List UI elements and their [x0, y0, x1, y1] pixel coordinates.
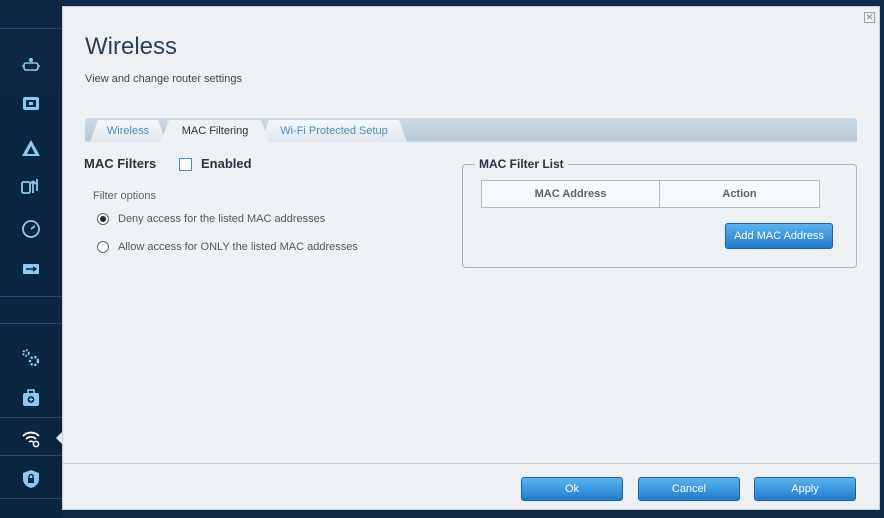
- mac-filter-list-heading: MAC Filter List: [475, 157, 568, 171]
- speed-test-icon: [22, 220, 40, 238]
- sidebar-divider: [0, 28, 62, 29]
- allow-access-radio[interactable]: [97, 241, 109, 253]
- deny-access-label[interactable]: Deny access for the listed MAC addresses: [118, 213, 325, 225]
- radio-selected-dot: [100, 216, 106, 222]
- tab-wireless[interactable]: Wireless: [90, 120, 166, 142]
- media-prioritization-icon: [21, 179, 38, 194]
- ok-button[interactable]: Ok: [521, 477, 623, 501]
- deny-access-option[interactable]: Deny access for the listed MAC addresses: [97, 213, 325, 225]
- sidebar-divider: [0, 498, 62, 499]
- usb-storage-icon: [23, 264, 39, 274]
- network-map-icon: [22, 58, 40, 71]
- troubleshooting-icon: [22, 140, 40, 156]
- column-header-mac-address: MAC Address: [482, 181, 660, 207]
- page-title: Wireless: [85, 33, 178, 60]
- apply-button[interactable]: Apply: [754, 477, 856, 501]
- mac-filter-table-header: MAC Address Action: [481, 180, 820, 208]
- sidebar-item-troubleshooting[interactable]: [0, 131, 62, 165]
- mac-filters-heading: MAC Filters: [84, 156, 157, 171]
- tab-mac-filtering[interactable]: MAC Filtering: [161, 120, 269, 142]
- sidebar-item-media-prioritization[interactable]: [0, 169, 62, 203]
- cancel-button[interactable]: Cancel: [638, 477, 740, 501]
- sidebar-item-usb-storage[interactable]: [0, 252, 62, 286]
- sidebar-item-wireless[interactable]: [0, 421, 62, 455]
- sidebar-nav: [0, 0, 62, 518]
- sidebar-divider: [0, 296, 62, 297]
- security-icon: [23, 470, 39, 488]
- parental-controls-icon: [23, 97, 39, 110]
- connectivity-icon: [22, 349, 40, 367]
- sidebar-item-connectivity[interactable]: [0, 341, 62, 375]
- wireless-icon: [22, 431, 40, 448]
- allow-access-option[interactable]: Allow access for ONLY the listed MAC add…: [97, 241, 358, 253]
- sidebar-item-security[interactable]: [0, 462, 62, 496]
- sidebar-divider: [0, 417, 62, 418]
- column-header-action: Action: [722, 188, 757, 200]
- add-mac-address-button[interactable]: Add MAC Address: [725, 223, 833, 249]
- sidebar-divider: [0, 323, 62, 324]
- sidebar-item-network-map[interactable]: [0, 48, 62, 82]
- enabled-label[interactable]: Enabled: [201, 156, 252, 171]
- sidebar-item-troubleshooting-tool[interactable]: [0, 381, 62, 415]
- settings-panel: ✕ Wireless View and change router settin…: [62, 6, 880, 510]
- allow-access-label[interactable]: Allow access for ONLY the listed MAC add…: [118, 241, 358, 253]
- enabled-checkbox[interactable]: [179, 158, 192, 171]
- sidebar-item-speed-test[interactable]: [0, 212, 62, 246]
- deny-access-radio[interactable]: [97, 213, 109, 225]
- page-subtitle: View and change router settings: [85, 73, 242, 85]
- tab-wifi-protected-setup[interactable]: Wi-Fi Protected Setup: [261, 120, 407, 142]
- troubleshooting-tool-icon: [23, 389, 39, 406]
- tab-bar: Wireless Wi-Fi Protected Setup MAC Filte…: [85, 118, 857, 142]
- footer-divider: [63, 463, 879, 464]
- sidebar-divider: [0, 455, 62, 456]
- sidebar-item-parental-controls[interactable]: [0, 86, 62, 120]
- close-button[interactable]: ✕: [864, 12, 875, 23]
- filter-options-label: Filter options: [93, 190, 156, 202]
